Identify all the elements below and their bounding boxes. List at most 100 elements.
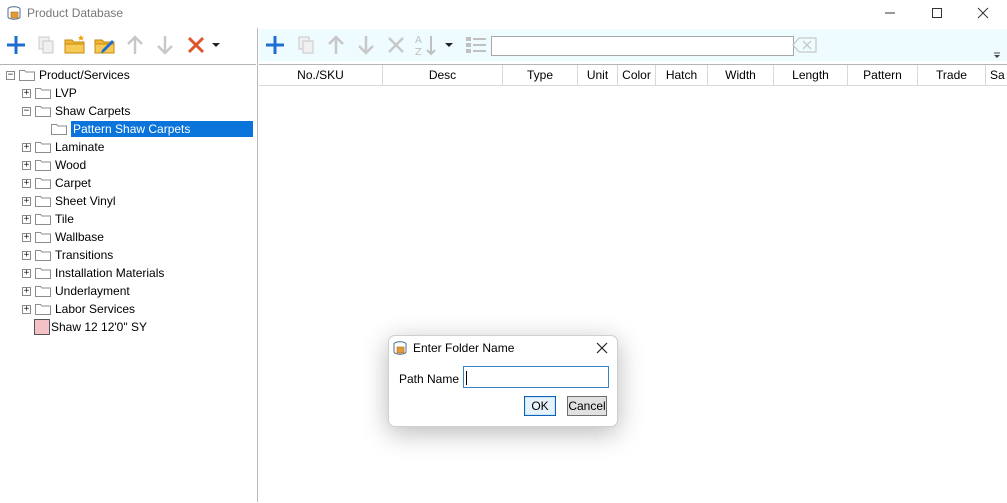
tree-item-label: Shaw Carpets — [55, 104, 131, 118]
delete-icon — [187, 36, 205, 54]
tree-item-shaw-carpets[interactable]: − Shaw Carpets — [22, 102, 130, 120]
delete-button[interactable] — [183, 32, 209, 58]
list-view-button[interactable] — [463, 32, 489, 58]
expand-icon[interactable]: + — [22, 232, 31, 242]
tree-item-label: Pattern Shaw Carpets — [71, 121, 253, 137]
tree-item-label: Underlayment — [55, 284, 130, 298]
copy-button[interactable] — [33, 32, 59, 58]
tree-item-laminate[interactable]: + Laminate — [22, 138, 104, 156]
folder-icon — [35, 160, 51, 171]
tree-item-labor-services[interactable]: + Labor Services — [22, 300, 135, 318]
move-product-up-button[interactable] — [323, 32, 349, 58]
sort-options-dropdown[interactable] — [441, 32, 457, 58]
ok-button[interactable]: OK — [524, 396, 556, 416]
minimize-button[interactable] — [867, 0, 913, 26]
close-icon[interactable] — [595, 341, 609, 355]
move-down-icon — [358, 36, 374, 55]
expand-icon[interactable]: + — [22, 196, 31, 206]
expand-icon[interactable]: + — [22, 178, 31, 188]
folder-icon — [51, 124, 67, 135]
tree-item-wood[interactable]: + Wood — [22, 156, 86, 174]
copy-icon — [38, 36, 54, 54]
database-icon — [393, 341, 407, 355]
folder-icon — [35, 232, 51, 243]
delete-product-button[interactable] — [383, 32, 409, 58]
tree-item-lvp[interactable]: + LVP — [22, 84, 77, 102]
more-options-dropdown[interactable] — [208, 32, 224, 58]
category-tree[interactable]: − Product/Services + LVP − Shaw Carpets … — [0, 64, 256, 503]
expand-icon[interactable]: + — [22, 268, 31, 278]
tree-item-label: Wallbase — [55, 230, 104, 244]
column-header-pattern[interactable]: Pattern — [848, 65, 918, 85]
copy-icon — [298, 36, 314, 54]
svg-text:Z: Z — [415, 47, 422, 57]
new-folder-button[interactable] — [62, 32, 88, 58]
expand-icon[interactable]: + — [22, 304, 31, 314]
path-name-label: Path Name — [399, 372, 460, 386]
column-header-color[interactable]: Color — [618, 65, 656, 85]
expand-icon[interactable]: + — [22, 160, 31, 170]
tree-item-label: Wood — [55, 158, 87, 172]
expand-icon[interactable]: + — [22, 214, 31, 224]
tree-item-wallbase[interactable]: + Wallbase — [22, 228, 104, 246]
maximize-icon — [932, 8, 942, 18]
column-header-hatch[interactable]: Hatch — [656, 65, 708, 85]
move-down-button[interactable] — [152, 32, 178, 58]
title-bar: Product Database — [0, 0, 1007, 26]
tree-item-transitions[interactable]: + Transitions — [22, 246, 113, 264]
toolbar-overflow-button[interactable] — [992, 49, 1002, 59]
tree-item-label: Laminate — [55, 140, 105, 154]
tree-item-installation-materials[interactable]: + Installation Materials — [22, 264, 164, 282]
tree-item-label: Transitions — [55, 248, 114, 262]
collapse-icon[interactable]: − — [6, 70, 15, 80]
expand-icon[interactable]: + — [22, 286, 31, 296]
clear-search-button[interactable] — [791, 32, 819, 58]
collapse-icon[interactable]: − — [22, 106, 31, 116]
folder-icon — [19, 70, 35, 81]
column-header-sale[interactable]: Sa — [986, 65, 1007, 85]
product-grid[interactable]: No./SKU Desc Type Unit Color Hatch Width… — [259, 64, 1007, 503]
tree-item-label: LVP — [55, 86, 77, 100]
rename-folder-button[interactable] — [92, 32, 118, 58]
column-header-length[interactable]: Length — [774, 65, 848, 85]
copy-product-button[interactable] — [293, 32, 319, 58]
expand-icon[interactable]: + — [22, 142, 31, 152]
sort-button[interactable]: A Z — [413, 32, 439, 58]
sort-az-icon: A Z — [415, 35, 436, 57]
column-header-sku[interactable]: No./SKU — [259, 65, 383, 85]
tree-item-sheet-vinyl[interactable]: + Sheet Vinyl — [22, 192, 116, 210]
search-input[interactable] — [491, 36, 794, 56]
add-icon — [7, 36, 25, 54]
clear-search-icon — [792, 37, 817, 53]
expand-icon[interactable]: + — [22, 88, 31, 98]
maximize-button[interactable] — [914, 0, 960, 26]
path-name-input[interactable] — [463, 366, 609, 388]
move-up-button[interactable] — [122, 32, 148, 58]
column-header-unit[interactable]: Unit — [578, 65, 618, 85]
tree-item-tile[interactable]: + Tile — [22, 210, 74, 228]
add-item-button[interactable] — [3, 32, 29, 58]
cancel-button[interactable]: Cancel — [567, 396, 607, 416]
tree-toolbar — [0, 29, 256, 61]
tree-item-shaw-12-product[interactable]: Shaw 12 12'0" SY — [34, 318, 147, 336]
tree-item-carpet[interactable]: + Carpet — [22, 174, 91, 192]
tree-item-label: Installation Materials — [55, 266, 165, 280]
edit-folder-icon — [94, 39, 115, 54]
add-product-button[interactable] — [262, 32, 288, 58]
tree-item-label: Tile — [55, 212, 74, 226]
column-header-type[interactable]: Type — [503, 65, 578, 85]
column-header-width[interactable]: Width — [708, 65, 774, 85]
tree-item-product-services[interactable]: − Product/Services — [6, 66, 130, 84]
tree-item-pattern-shaw-carpets[interactable]: Pattern Shaw Carpets — [51, 120, 253, 138]
new-folder-icon — [64, 35, 85, 54]
close-window-button[interactable] — [960, 0, 1006, 26]
column-header-trade[interactable]: Trade — [918, 65, 986, 85]
panel-splitter[interactable] — [257, 28, 258, 502]
column-header-desc[interactable]: Desc — [383, 65, 503, 85]
tree-item-label: Shaw 12 12'0" SY — [51, 320, 147, 334]
tree-item-underlayment[interactable]: + Underlayment — [22, 282, 130, 300]
tree-item-label: Product/Services — [39, 68, 130, 82]
enter-folder-name-dialog: Enter Folder Name Path Name OK Cancel — [388, 335, 618, 427]
expand-icon[interactable]: + — [22, 250, 31, 260]
move-product-down-button[interactable] — [353, 32, 379, 58]
